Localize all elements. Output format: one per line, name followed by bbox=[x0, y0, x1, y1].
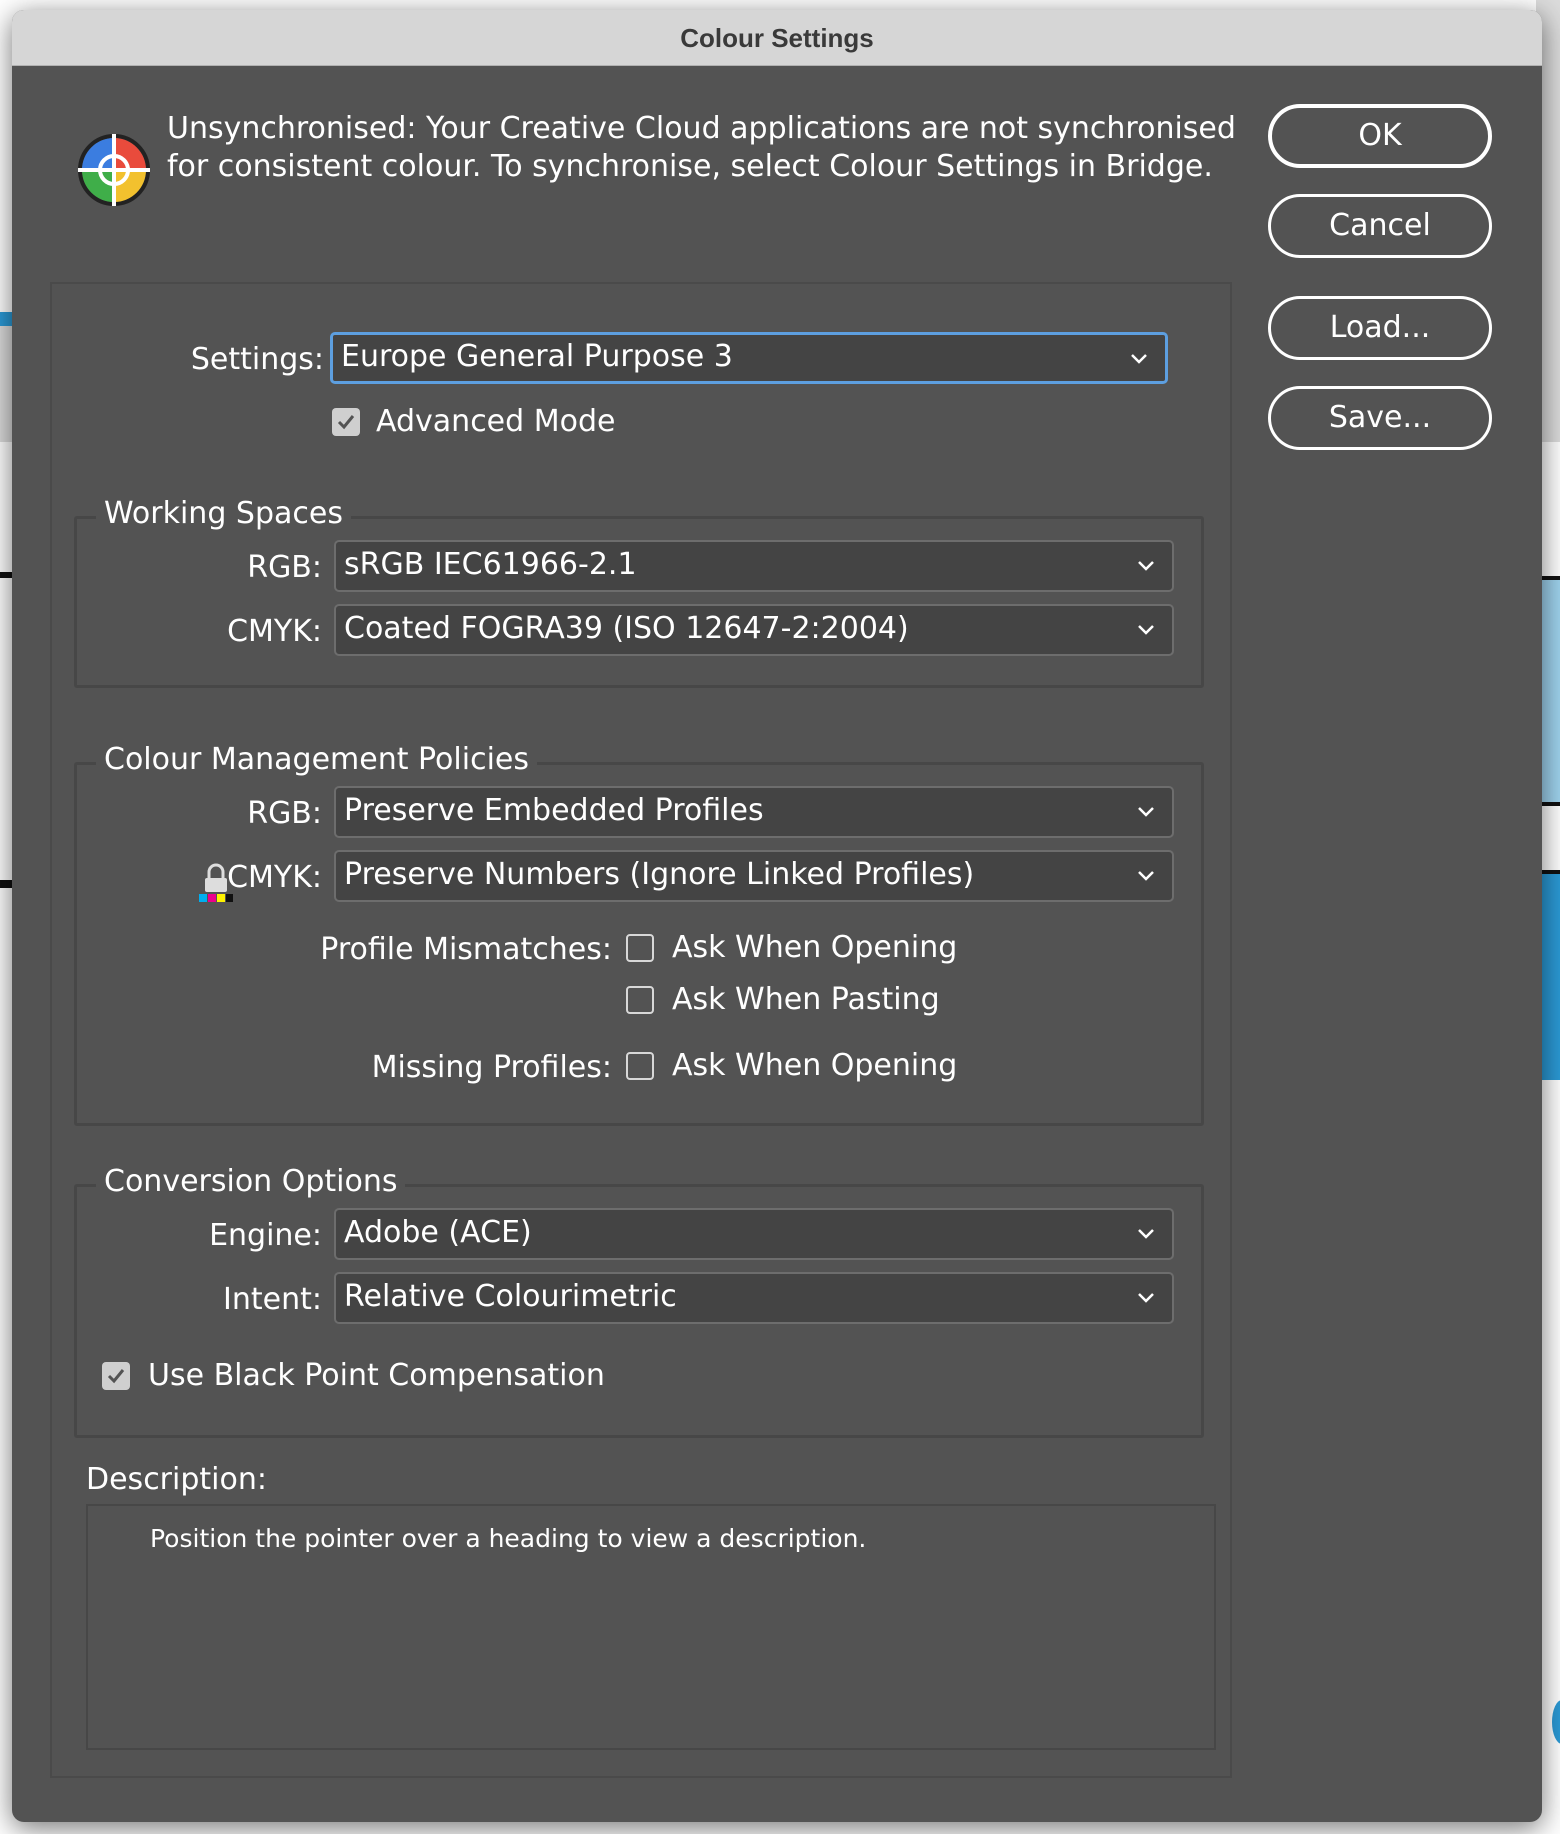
window-title: Colour Settings bbox=[12, 10, 1542, 66]
mismatch-ask-opening-checkbox[interactable] bbox=[626, 934, 654, 962]
profile-mismatches-label: Profile Mismatches: bbox=[320, 932, 612, 967]
chevron-down-icon bbox=[1138, 871, 1154, 881]
ws-rgb-value: sRGB IEC61966-2.1 bbox=[344, 547, 637, 582]
description-label: Description: bbox=[86, 1462, 267, 1497]
policies-title: Colour Management Policies bbox=[96, 742, 537, 777]
intent-dropdown[interactable]: Relative Colourimetric bbox=[334, 1272, 1174, 1324]
checkmark-icon bbox=[337, 415, 355, 430]
engine-value: Adobe (ACE) bbox=[344, 1215, 532, 1250]
mismatch-ask-pasting-label: Ask When Pasting bbox=[672, 982, 940, 1017]
missing-ask-opening-label: Ask When Opening bbox=[672, 1048, 958, 1083]
ws-cmyk-label: CMYK: bbox=[227, 614, 322, 649]
settings-value: Europe General Purpose 3 bbox=[341, 339, 733, 374]
missing-profiles-label: Missing Profiles: bbox=[371, 1050, 612, 1085]
save-button[interactable]: Save... bbox=[1268, 386, 1492, 450]
colour-settings-dialog: Colour Settings Unsynchronised: Your Cre… bbox=[12, 10, 1542, 1822]
ws-cmyk-value: Coated FOGRA39 (ISO 12647-2:2004) bbox=[344, 611, 909, 646]
advanced-mode-checkbox[interactable] bbox=[332, 408, 360, 436]
checkmark-icon bbox=[107, 1369, 125, 1384]
engine-dropdown[interactable]: Adobe (ACE) bbox=[334, 1208, 1174, 1260]
engine-label: Engine: bbox=[209, 1218, 322, 1253]
policy-cmyk-label: CMYK: bbox=[227, 860, 322, 895]
mismatch-ask-opening-label: Ask When Opening bbox=[672, 930, 958, 965]
chevron-down-icon bbox=[1138, 561, 1154, 571]
background-fragment bbox=[1540, 870, 1560, 1080]
description-text: Position the pointer over a heading to v… bbox=[150, 1524, 867, 1553]
ok-button[interactable]: OK bbox=[1268, 104, 1492, 168]
chevron-down-icon bbox=[1138, 1293, 1154, 1303]
cancel-button[interactable]: Cancel bbox=[1268, 194, 1492, 258]
policy-cmyk-dropdown[interactable]: Preserve Numbers (Ignore Linked Profiles… bbox=[334, 850, 1174, 902]
chevron-down-icon bbox=[1138, 1229, 1154, 1239]
intent-label: Intent: bbox=[223, 1282, 322, 1317]
settings-label: Settings: bbox=[190, 342, 324, 377]
working-spaces-title: Working Spaces bbox=[96, 496, 351, 531]
missing-ask-opening-checkbox[interactable] bbox=[626, 1052, 654, 1080]
intent-value: Relative Colourimetric bbox=[344, 1279, 677, 1314]
policy-cmyk-value: Preserve Numbers (Ignore Linked Profiles… bbox=[344, 857, 975, 892]
background-fragment bbox=[1540, 576, 1560, 806]
load-button[interactable]: Load... bbox=[1268, 296, 1492, 360]
chevron-down-icon bbox=[1138, 807, 1154, 817]
policy-rgb-label: RGB: bbox=[247, 796, 322, 831]
policy-rgb-value: Preserve Embedded Profiles bbox=[344, 793, 764, 828]
black-point-label: Use Black Point Compensation bbox=[148, 1358, 605, 1393]
conversion-title: Conversion Options bbox=[96, 1164, 406, 1199]
sync-status-message: Unsynchronised: Your Creative Cloud appl… bbox=[167, 111, 1236, 184]
advanced-mode-label: Advanced Mode bbox=[376, 404, 616, 439]
ws-cmyk-dropdown[interactable]: Coated FOGRA39 (ISO 12647-2:2004) bbox=[334, 604, 1174, 656]
settings-dropdown[interactable]: Europe General Purpose 3 bbox=[330, 332, 1168, 384]
ws-rgb-dropdown[interactable]: sRGB IEC61966-2.1 bbox=[334, 540, 1174, 592]
colour-sync-icon bbox=[78, 134, 150, 206]
description-box: Position the pointer over a heading to v… bbox=[86, 1504, 1216, 1750]
mismatch-ask-pasting-checkbox[interactable] bbox=[626, 986, 654, 1014]
chevron-down-icon bbox=[1131, 354, 1147, 364]
policy-rgb-dropdown[interactable]: Preserve Embedded Profiles bbox=[334, 786, 1174, 838]
chevron-down-icon bbox=[1138, 625, 1154, 635]
ws-rgb-label: RGB: bbox=[247, 550, 322, 585]
black-point-checkbox[interactable] bbox=[102, 1362, 130, 1390]
